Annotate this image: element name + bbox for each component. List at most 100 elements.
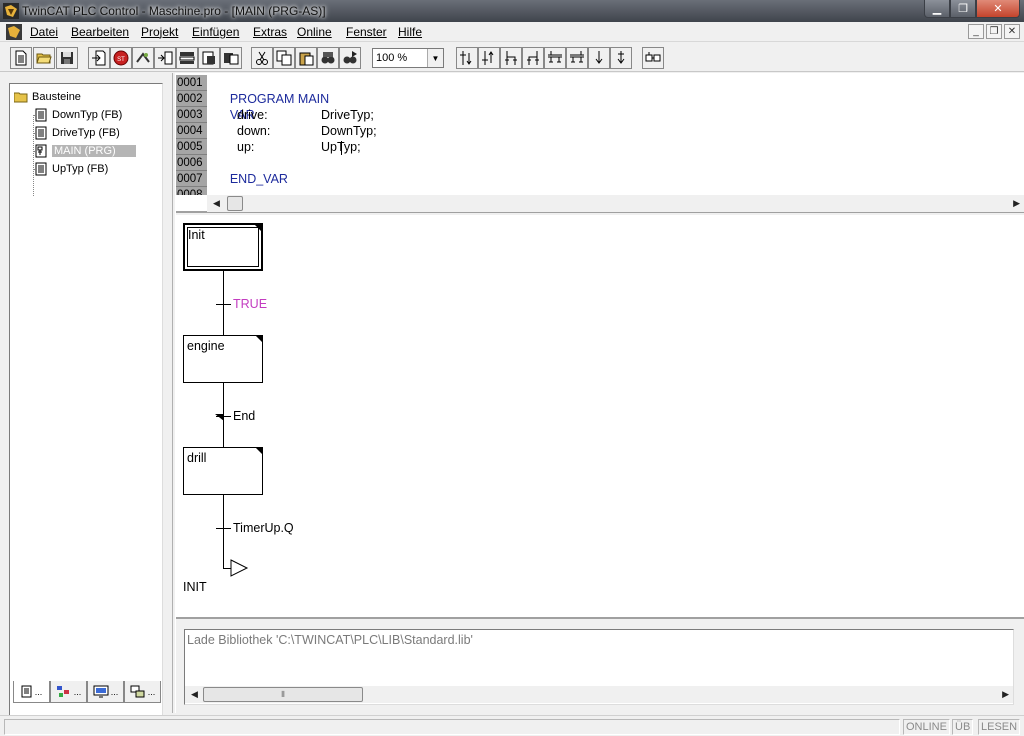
- menu-einfuegen[interactable]: Einfügen: [192, 25, 239, 39]
- tab-resources[interactable]: ...: [124, 681, 161, 703]
- step-name: engine: [187, 339, 225, 353]
- step-over-button[interactable]: [198, 47, 220, 69]
- menu-extras[interactable]: Extras: [253, 25, 287, 39]
- sfc-diagram-editor[interactable]: Init TRUE engine End drill TimerUp.Q INI…: [176, 215, 1024, 619]
- document-restore-button[interactable]: ❐: [986, 24, 1002, 39]
- alternative-branch-left-button[interactable]: [522, 47, 544, 69]
- document-system-menu-icon[interactable]: [6, 24, 22, 40]
- declaration-editor[interactable]: 0001 0002 0003 0004 0005 0006 0007 0008 …: [176, 73, 1024, 213]
- single-cycle-button[interactable]: [154, 47, 176, 69]
- open-file-button[interactable]: [33, 47, 55, 69]
- menu-bearbeiten[interactable]: Bearbeiten: [71, 25, 129, 39]
- step-action-marker: [256, 336, 262, 342]
- transition-jump-button[interactable]: [610, 47, 632, 69]
- declaration-horizontal-scrollbar[interactable]: ◀ ▶: [207, 195, 1024, 212]
- macro-button[interactable]: [642, 47, 664, 69]
- tab-ellipsis: ...: [110, 686, 119, 697]
- macro-icon: [645, 52, 661, 62]
- alternative-branch-right-button[interactable]: [500, 47, 522, 69]
- cut-button[interactable]: [251, 47, 273, 69]
- menu-fenster[interactable]: Fenster: [346, 25, 387, 39]
- step-transition-before-button[interactable]: [456, 47, 478, 69]
- program-name: MAIN: [294, 92, 330, 106]
- line-number: 0006: [176, 155, 207, 171]
- scroll-right-icon[interactable]: ▶: [1013, 198, 1020, 209]
- tree-item-drivetyp[interactable]: DriveTyp (FB): [34, 125, 120, 141]
- jump-button[interactable]: [588, 47, 610, 69]
- maximize-button[interactable]: ❐: [950, 0, 976, 18]
- step-transition-after-button[interactable]: [478, 47, 500, 69]
- sfc-transition-bar[interactable]: [216, 528, 231, 529]
- visualization-icon: [93, 685, 109, 698]
- parallel-branch-right-button[interactable]: [544, 47, 566, 69]
- scroll-left-icon[interactable]: ◀: [213, 198, 220, 209]
- tree-item-downtyp[interactable]: DownTyp (FB): [34, 107, 122, 123]
- line-number: 0004: [176, 123, 207, 139]
- save-button[interactable]: [56, 47, 78, 69]
- jump-arrow-icon[interactable]: [230, 559, 250, 577]
- sfc-connection-line: [223, 271, 224, 335]
- document-minimize-button[interactable]: _: [968, 24, 984, 39]
- parallel-branch-left-button[interactable]: [566, 47, 588, 69]
- single-cycle-icon: [158, 51, 173, 65]
- organizer-tabs: ... ... ... ...: [13, 681, 161, 703]
- scroll-left-icon[interactable]: ◀: [191, 689, 198, 700]
- menu-projekt[interactable]: Projekt: [141, 25, 178, 39]
- breakpoint-button[interactable]: [176, 47, 198, 69]
- tree-root-bausteine[interactable]: Bausteine: [14, 89, 81, 105]
- stop-button[interactable]: ST: [110, 47, 132, 69]
- step-name: Init: [188, 228, 205, 242]
- sfc-step-engine[interactable]: engine: [183, 335, 263, 383]
- line-number: 0002: [176, 91, 207, 107]
- menu-datei[interactable]: Datei: [30, 25, 58, 39]
- scissors-icon: [256, 51, 268, 65]
- twincat-app-icon[interactable]: [3, 3, 19, 19]
- jump-target-label[interactable]: INIT: [183, 580, 207, 594]
- new-file-button[interactable]: [10, 47, 32, 69]
- menu-online[interactable]: Online: [297, 25, 332, 39]
- close-button[interactable]: ✕: [976, 0, 1020, 18]
- sfc-transition-bar[interactable]: [216, 304, 231, 305]
- line-number: 0008: [176, 187, 207, 195]
- sfc-step-drill[interactable]: drill: [183, 447, 263, 495]
- tree-item-uptyp[interactable]: UpTyp (FB): [34, 161, 108, 177]
- message-list[interactable]: Lade Bibliothek 'C:\TWINCAT\PLC\LIB\Stan…: [184, 629, 1014, 705]
- find-next-button[interactable]: [339, 47, 361, 69]
- transition-condition[interactable]: TimerUp.Q: [233, 521, 294, 535]
- chevron-down-icon[interactable]: ▼: [427, 49, 443, 67]
- tab-pous[interactable]: ...: [13, 681, 50, 703]
- var-name: up:: [237, 140, 255, 154]
- find-button[interactable]: [317, 47, 339, 69]
- scroll-right-icon[interactable]: ▶: [1002, 689, 1009, 700]
- transition-condition[interactable]: TRUE: [233, 297, 267, 311]
- resources-icon: [130, 685, 145, 698]
- login-icon: [92, 50, 106, 66]
- transition-breakpoint-marker: [215, 414, 224, 421]
- tree-item-label: MAIN (PRG): [52, 145, 136, 157]
- sfc-step-transition-icon: [460, 51, 472, 65]
- sfc-step-init[interactable]: Init: [183, 223, 263, 271]
- status-bar: ONLINE ÜB LESEN: [0, 715, 1024, 736]
- scroll-thumb[interactable]: [227, 196, 243, 211]
- zoom-select[interactable]: 100 % ▼: [372, 48, 444, 68]
- tree-item-main[interactable]: MAIN (PRG): [34, 143, 136, 159]
- parallel-branch-icon: [548, 51, 562, 63]
- tab-visualizations[interactable]: ...: [87, 681, 124, 703]
- pou-tree[interactable]: Bausteine DownTyp (FB) DriveTyp (FB) MAI…: [9, 83, 163, 736]
- copy-button[interactable]: [273, 47, 295, 69]
- menu-hilfe[interactable]: Hilfe: [398, 25, 422, 39]
- minimize-button[interactable]: ▁: [924, 0, 950, 18]
- svg-text:ST: ST: [117, 57, 125, 63]
- stop-icon: ST: [113, 50, 129, 66]
- run-button[interactable]: [132, 47, 154, 69]
- scroll-thumb[interactable]: ⦀: [203, 687, 363, 702]
- tab-data-types[interactable]: ...: [50, 681, 87, 703]
- paste-button[interactable]: [295, 47, 317, 69]
- step-action-marker: [255, 225, 261, 231]
- open-folder-icon: [36, 53, 52, 64]
- transition-condition[interactable]: End: [233, 409, 255, 423]
- document-close-button[interactable]: ✕: [1004, 24, 1020, 39]
- step-in-button[interactable]: [220, 47, 242, 69]
- login-button[interactable]: [88, 47, 110, 69]
- message-horizontal-scrollbar[interactable]: ◀ ⦀ ▶: [185, 686, 1013, 703]
